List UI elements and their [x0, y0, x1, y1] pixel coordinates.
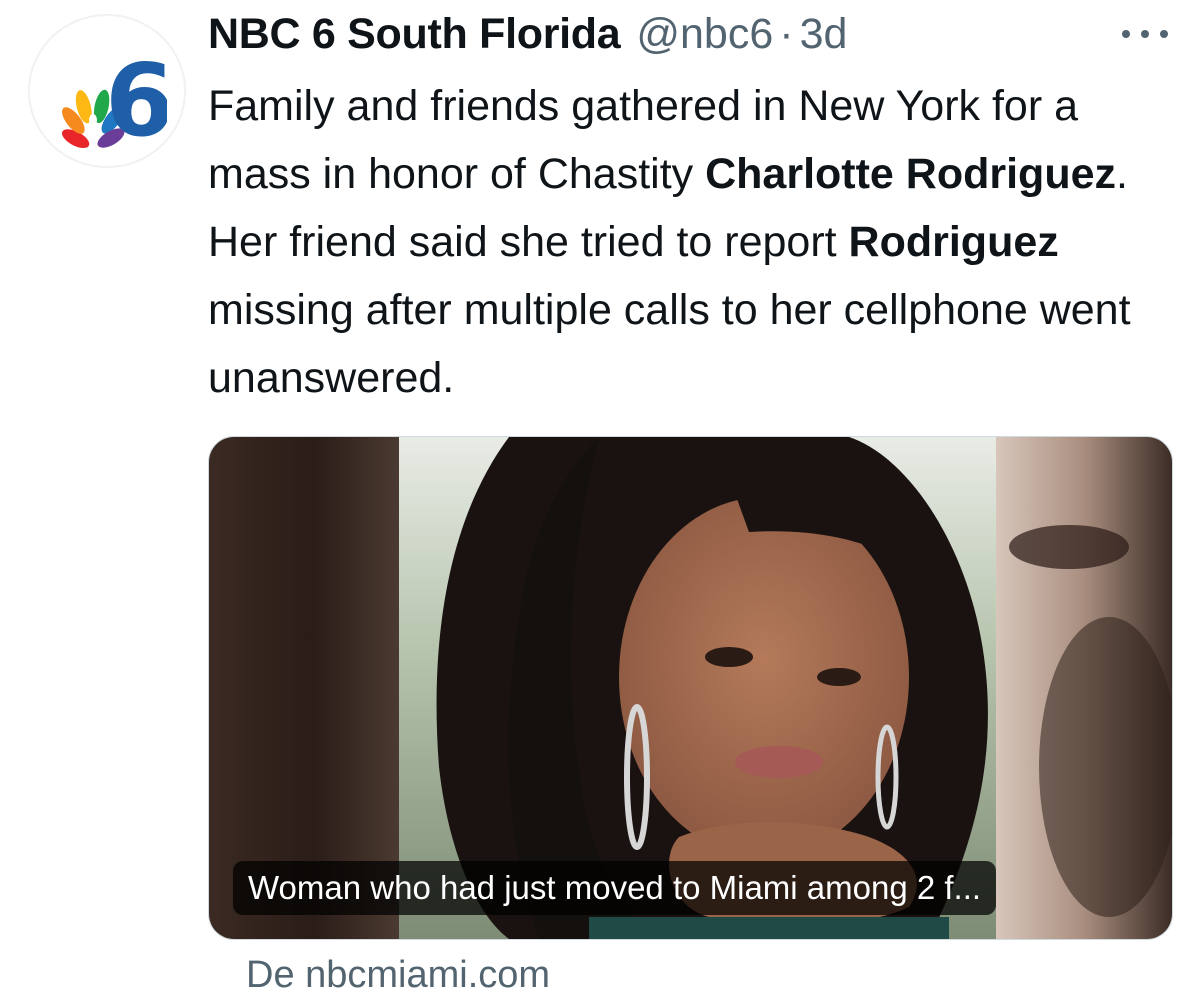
- highlighted-term: Charlotte Rodriguez: [705, 150, 1117, 198]
- nbc6-peacock-logo-icon: 6: [61, 42, 167, 151]
- tweet-text: Family and friends gathered in New York …: [208, 72, 1183, 412]
- link-source-domain[interactable]: De nbcmiami.com: [246, 954, 550, 997]
- link-card-caption: Woman who had just moved to Miami among …: [233, 861, 997, 915]
- more-dots-icon: [1122, 30, 1130, 38]
- author-display-name[interactable]: NBC 6 South Florida: [208, 10, 621, 59]
- tweet-card[interactable]: 6 NBC 6 South Florida @nbc6 · 3d Family …: [0, 0, 1200, 999]
- tweet-text-part: missing after multiple calls to her cell…: [208, 286, 1131, 402]
- highlighted-term: Rodriguez: [848, 218, 1059, 266]
- tweet-header: NBC 6 South Florida @nbc6 · 3d: [208, 10, 847, 66]
- link-card-image[interactable]: Woman who had just moved to Miami among …: [208, 436, 1173, 940]
- author-handle[interactable]: @nbc6: [636, 10, 773, 59]
- separator-dot: ·: [779, 10, 794, 58]
- more-options-button[interactable]: [1122, 24, 1168, 44]
- avatar[interactable]: 6: [28, 14, 186, 168]
- tweet-timestamp[interactable]: 3d: [800, 10, 848, 59]
- svg-text:6: 6: [105, 42, 167, 151]
